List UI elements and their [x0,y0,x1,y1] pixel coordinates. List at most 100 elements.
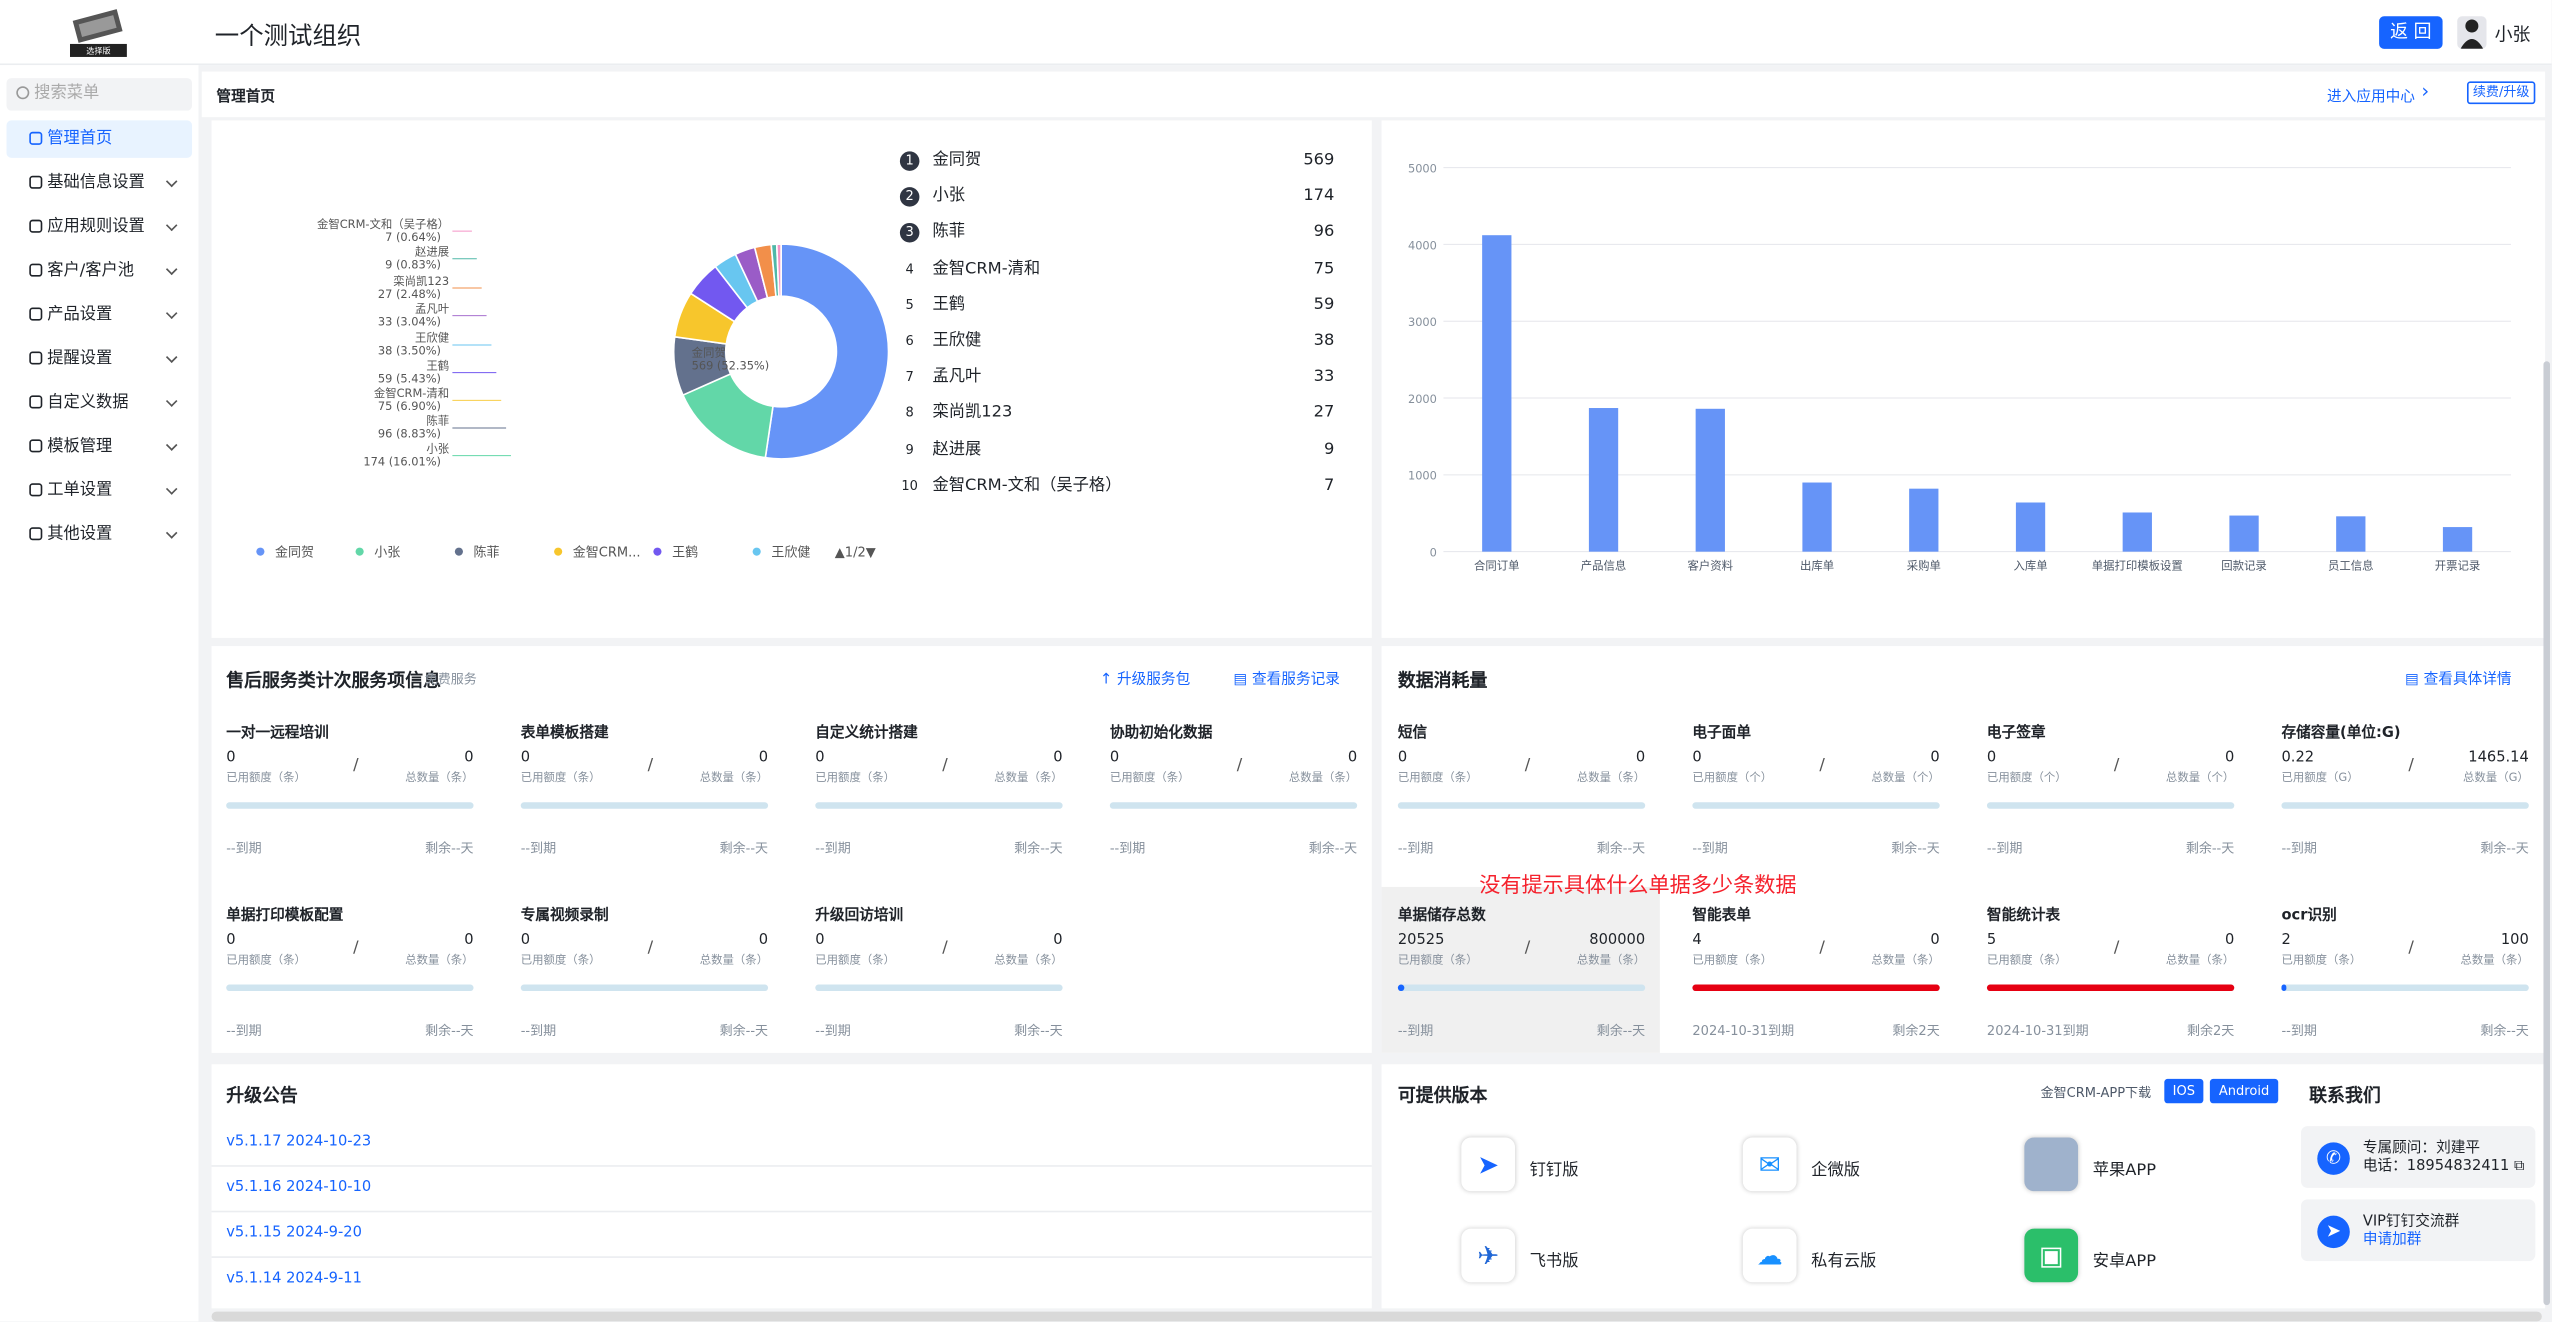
legend-dot [653,547,662,556]
pie-label: 金智CRM-清和 [374,386,449,400]
bar[interactable] [2229,515,2259,552]
pie-label: 孟凡叶 [415,301,449,315]
remain-text: 剩余--天 [1308,841,1358,856]
rank-value: 75 [1313,259,1335,278]
expire-text: --到期 [226,1023,262,1039]
rank-name: 金同贺 [932,151,982,170]
used-value: 5 已用额度（条） [1986,932,2067,967]
copy-icon[interactable]: ⧉ [2514,1159,2524,1175]
wecom-version[interactable]: ✉ 企微版 [1742,1137,1987,1196]
dingtalk-version[interactable]: ➤ 钉钉版 [1461,1137,1705,1196]
legend-item[interactable]: 陈菲 [474,545,500,561]
bar[interactable] [1482,235,1512,552]
card-title: 存储容量(单位:G) [2281,725,2401,743]
sidebar-item-products[interactable]: 产品设置 [7,296,193,333]
ios-app-version[interactable]: 苹果APP [2024,1137,2268,1196]
bar[interactable] [1802,482,1832,552]
sidebar-item-other[interactable]: 其他设置 [7,516,193,553]
avatar[interactable] [2457,16,2487,49]
android-app-version[interactable]: ▣ 安卓APP [2024,1228,2268,1288]
renew-button[interactable]: 续费/升级 [2466,81,2536,105]
notice-item[interactable]: v5.1.15 2024-9-20 [226,1225,362,1241]
upgrade-service-link[interactable]: ↑ 升级服务包 [1100,667,1190,688]
bar[interactable] [2336,516,2366,552]
private-cloud-version[interactable]: ☁ 私有云版 [1742,1228,1987,1288]
remain-text: 剩余--天 [1596,1023,1646,1039]
sidebar-item-home[interactable]: 管理首页 [6,120,193,158]
used-label: 已用额度（条） [815,953,896,967]
legend-item[interactable]: 王欣健 [771,546,810,561]
pie-label: 38 (3.50%) [378,344,441,358]
sidebar-item-basic-info[interactable]: 基础信息设置 [7,164,193,201]
android-download-button[interactable]: Android [2209,1078,2279,1104]
service-records-link[interactable]: ▤ 查看服务记录 [1233,667,1339,688]
feishu-version[interactable]: ✈ 飞书版 [1461,1228,1705,1288]
separator: / [1524,756,1531,775]
legend-page[interactable]: ▲1/2▼ [835,546,876,561]
usage-card: 专属视频录制 0 已用额度（条） / 0 总数量（条） --到期 剩余--天 [520,903,769,1066]
bar[interactable] [1588,408,1619,552]
cloud-icon: ☁ [1742,1228,1797,1283]
ranking-row: 2 小张 174 [899,184,1339,210]
remain-text: 剩余--天 [1596,841,1646,856]
chevron-down-icon [165,395,178,407]
app-center-link[interactable]: 进入应用中心 [2327,85,2415,106]
separator: / [942,756,948,775]
sidebar-item-app-rules[interactable]: 应用规则设置 [7,208,193,245]
ios-download-button[interactable]: IOS [2164,1078,2204,1104]
sidebar-item-reminders[interactable]: 提醒设置 [7,340,193,377]
bar[interactable] [2015,502,2046,552]
remain-text: 剩余--天 [719,1023,769,1039]
wecom-icon: ✉ [1742,1137,1797,1192]
ranking-row: 5 王鹤 59 [900,293,1339,319]
bar[interactable] [2122,512,2152,552]
pie-slice[interactable] [764,243,890,460]
legend-item[interactable]: 小张 [374,546,400,561]
users-icon [29,263,43,277]
progress-bar [520,984,769,992]
legend-item[interactable]: 金智CRM... [573,545,641,561]
pie-label: 33 (3.04%) [378,314,441,328]
join-group-link[interactable]: 申请加群 [2363,1227,2422,1248]
rank-value: 96 [1313,223,1335,242]
expire-text: --到期 [520,841,557,856]
notice-item[interactable]: v5.1.17 2024-10-23 [226,1134,371,1150]
notice-item[interactable]: v5.1.14 2024-9-11 [226,1271,362,1287]
progress-bar [2281,802,2529,809]
usage-card: 电子面单 0 已用额度（个） / 0 总数量（个） --到期 剩余--天 [1692,721,1940,884]
consultant-card: ✆ 专属顾问：刘建平 电话：18954832411 ⧉ [2301,1126,2536,1188]
legend-item[interactable]: 王鹤 [672,545,698,561]
sidebar-item-customers[interactable]: 客户/客户池 [7,252,193,289]
chevron-right-icon[interactable]: › [2421,80,2429,103]
bar[interactable] [1909,488,1939,552]
pie-label: 569 (52.35%) [692,358,770,372]
rank-name: 王鹤 [932,295,965,314]
pie-label: 陈菲 [426,414,449,428]
remain-text: 剩余--天 [2480,841,2529,856]
notice-item[interactable]: v5.1.16 2024-10-10 [226,1180,371,1196]
sidebar-item-custom-data[interactable]: 自定义数据 [7,384,193,421]
legend-dot [256,547,265,556]
card-title: 电子签章 [1986,725,2046,743]
back-button[interactable]: 返 回 [2379,16,2443,49]
service-title: 售后服务类计次服务项信息 [226,670,441,692]
total-label: 总数量（条） [405,953,474,967]
card-title: ocr识别 [2281,908,2337,925]
menu-search-input[interactable]: 搜索菜单 [6,78,193,111]
bar[interactable] [2442,527,2473,552]
view-details-link[interactable]: ▤ 查看具体详情 [2405,667,2511,688]
consultant-phone[interactable]: 电话：18954832411 ⧉ [2363,1154,2525,1175]
legend-item[interactable]: 金同贺 [275,545,314,561]
sidebar-item-label: 提醒设置 [47,349,113,368]
horizontal-scrollbar[interactable] [211,1311,2542,1322]
used-label: 已用额度（条） [226,953,306,967]
divider [211,1210,1372,1213]
expire-text: --到期 [1692,841,1728,856]
vertical-scrollbar[interactable] [2543,361,2550,1306]
sidebar-item-tickets[interactable]: 工单设置 [7,472,193,509]
sidebar-item-templates[interactable]: 模板管理 [7,428,193,465]
bar[interactable] [1695,408,1725,552]
total-value: 0 总数量（条） [965,932,1062,968]
sidebar-item-label: 其他设置 [47,525,113,544]
user-name[interactable]: 小张 [2495,21,2531,47]
